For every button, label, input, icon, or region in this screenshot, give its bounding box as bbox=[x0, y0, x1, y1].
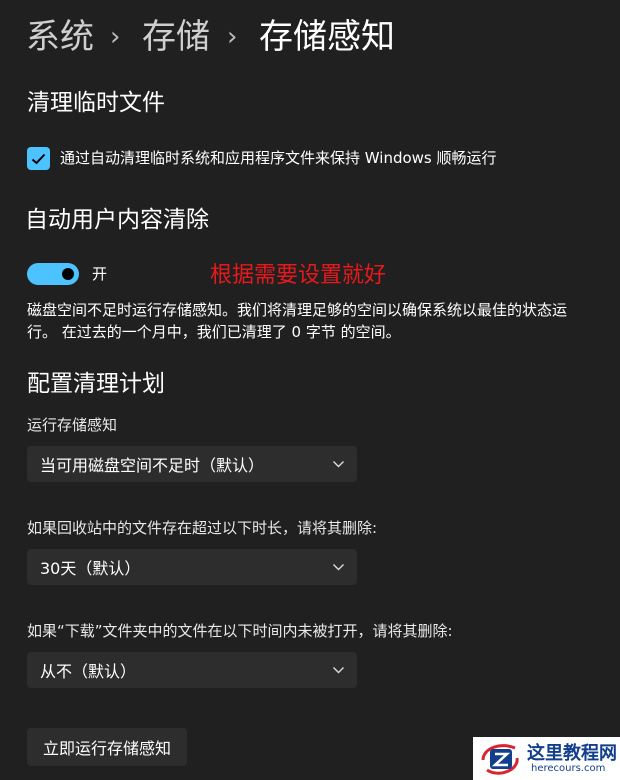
red-annotation-text: 根据需要设置就好 bbox=[210, 263, 387, 288]
run-storage-sense-label: 运行存储感知 bbox=[27, 416, 118, 434]
chevron-down-icon bbox=[333, 461, 344, 468]
chevron-down-icon bbox=[333, 564, 344, 571]
breadcrumb-item-storage[interactable]: 存储 bbox=[142, 17, 210, 57]
downloads-dropdown[interactable]: 从不（默认） bbox=[27, 652, 357, 688]
downloads-value: 从不（默认） bbox=[40, 662, 137, 681]
watermark-url: herecours.com bbox=[531, 763, 606, 774]
toggle-state-label: 开 bbox=[92, 265, 108, 283]
toggle-knob bbox=[62, 268, 74, 280]
run-storage-sense-now-button[interactable]: 立即运行存储感知 bbox=[27, 728, 187, 766]
checkmark-icon bbox=[31, 153, 46, 164]
breadcrumb: 系统 bbox=[26, 14, 94, 60]
breadcrumb-separator-icon: › bbox=[227, 22, 238, 52]
auto-cleanup-description: 磁盘空间不足时运行存储感知。我们将清理足够的空间以确保系统以最佳的状态运行。 在… bbox=[27, 301, 568, 341]
run-storage-sense-value: 当可用磁盘空间不足时（默认） bbox=[40, 456, 265, 475]
auto-cleanup-temp-checkbox[interactable] bbox=[27, 147, 50, 170]
watermark-logo-icon bbox=[481, 744, 519, 775]
chevron-down-icon bbox=[333, 667, 344, 674]
breadcrumb-item-system[interactable]: 系统 bbox=[26, 17, 94, 57]
breadcrumb-current-wrap: 存储感知 bbox=[259, 14, 395, 60]
recycle-bin-label: 如果回收站中的文件存在超过以下时长，请将其删除: bbox=[27, 519, 378, 537]
recycle-bin-value: 30天（默认） bbox=[40, 559, 141, 578]
breadcrumb-separator-icon: › bbox=[110, 22, 121, 52]
auto-cleanup-temp-label: 通过自动清理临时系统和应用程序文件来保持 Windows 顺畅运行 bbox=[60, 149, 497, 167]
storage-sense-toggle[interactable] bbox=[27, 263, 79, 285]
watermark-title: 这里教程网 bbox=[527, 743, 617, 764]
page-title: 存储感知 bbox=[259, 17, 395, 57]
watermark: 这里教程网 herecours.com bbox=[473, 737, 620, 780]
downloads-label: 如果“下载”文件夹中的文件在以下时间内未被打开，请将其删除: bbox=[27, 622, 453, 640]
schedule-title: 配置清理计划 bbox=[27, 371, 165, 397]
auto-cleanup-title: 自动用户内容清除 bbox=[25, 207, 209, 233]
breadcrumb-storage-wrap: 存储 bbox=[142, 14, 210, 60]
recycle-bin-dropdown[interactable]: 30天（默认） bbox=[27, 549, 357, 585]
cleanup-temp-title: 清理临时文件 bbox=[27, 90, 165, 116]
run-storage-sense-dropdown[interactable]: 当可用磁盘空间不足时（默认） bbox=[27, 446, 357, 482]
